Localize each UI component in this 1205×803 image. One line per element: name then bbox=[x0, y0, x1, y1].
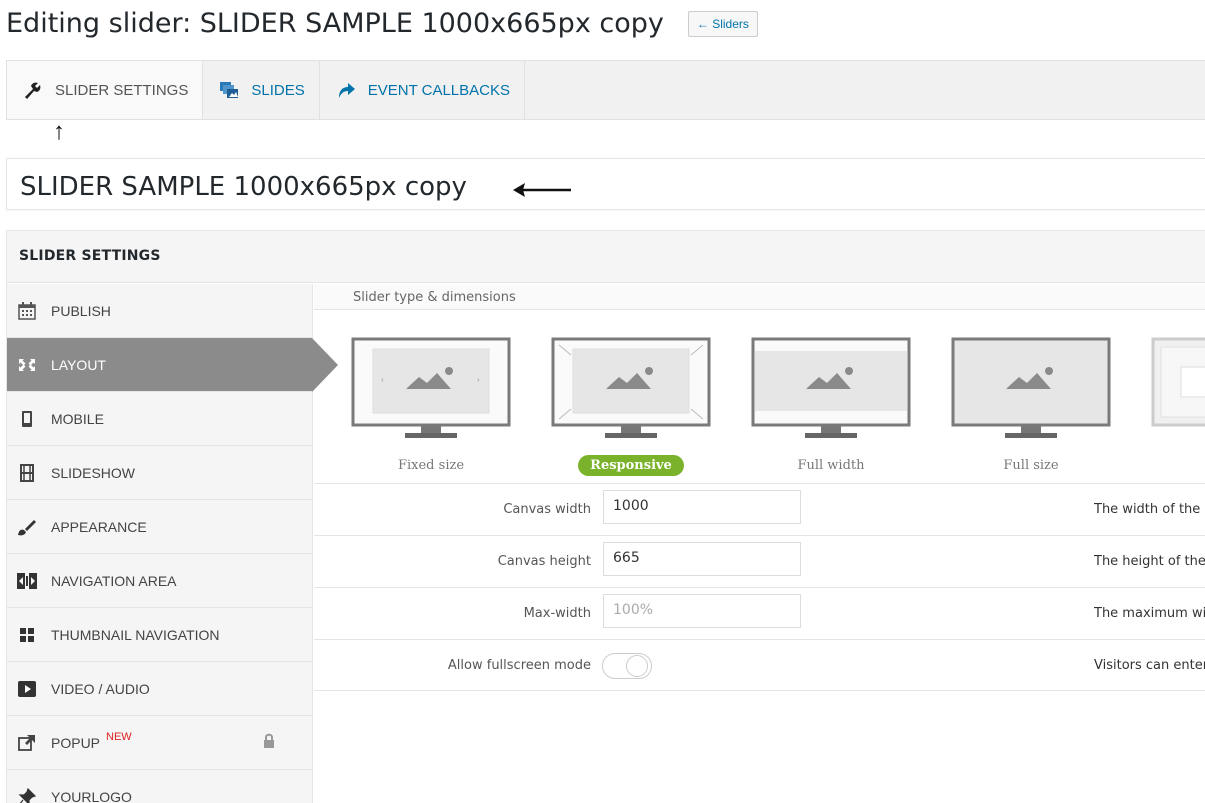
toggle-knob bbox=[626, 655, 648, 677]
monitor-fixed-icon: ‹ › bbox=[351, 337, 511, 438]
fullscreen-description: Visitors can enter bbox=[1094, 658, 1205, 673]
svg-text:›: › bbox=[477, 375, 480, 384]
monitor-responsive-icon bbox=[551, 337, 711, 438]
sidebar-item-publish[interactable]: PUBLISH bbox=[7, 284, 312, 338]
layout-label: Full size bbox=[1003, 458, 1059, 473]
sidebar-item-label: NAVIGATION AREA bbox=[51, 572, 177, 589]
fullscreen-label: Allow fullscreen mode bbox=[447, 658, 591, 673]
layout-settings: Slider type & dimensions ‹› Fixed size bbox=[314, 284, 1205, 803]
sidebar-item-label: APPEARANCE bbox=[51, 518, 147, 535]
grid-icon bbox=[17, 625, 37, 645]
monitor-full-size-icon bbox=[951, 337, 1111, 438]
tab-bar: SLIDER SETTINGS SLIDES EVENT CALLBACKS bbox=[6, 60, 1205, 120]
sidebar-item-video-audio[interactable]: VIDEO / AUDIO bbox=[7, 662, 312, 716]
max-width-row: Max-width 100% The maximum wic bbox=[314, 587, 1205, 639]
canvas-height-input[interactable]: 665 bbox=[603, 542, 801, 576]
section-label: Slider type & dimensions bbox=[314, 284, 1205, 310]
canvas-height-description: The height of the bbox=[1094, 554, 1205, 569]
brush-icon bbox=[17, 517, 37, 537]
monitor-block-icon bbox=[1151, 337, 1205, 427]
svg-text:‹: ‹ bbox=[381, 375, 384, 384]
canvas-height-label: Canvas height bbox=[497, 554, 591, 569]
tab-slides[interactable]: SLIDES bbox=[203, 61, 320, 119]
sidebar-item-slideshow[interactable]: SLIDESHOW bbox=[7, 446, 312, 500]
calendar-icon bbox=[17, 301, 37, 321]
fullscreen-row: Allow fullscreen mode Visitors can enter bbox=[314, 639, 1205, 691]
sidebar-item-label: MOBILE bbox=[51, 410, 104, 427]
sidebar-item-label: LAYOUT bbox=[51, 356, 106, 373]
external-link-icon bbox=[17, 733, 37, 753]
canvas-height-row: Canvas height 665 The height of the bbox=[314, 535, 1205, 587]
mobile-icon bbox=[17, 409, 37, 429]
share-arrow-icon bbox=[336, 81, 356, 99]
panel-title: SLIDER SETTINGS bbox=[7, 231, 1205, 283]
back-to-sliders-button[interactable]: ← Sliders bbox=[687, 10, 758, 37]
layout-option-full-width[interactable]: Full width bbox=[751, 337, 911, 473]
slider-name-input[interactable]: SLIDER SAMPLE 1000x665px copy bbox=[6, 158, 1205, 210]
sidebar-item-appearance[interactable]: APPEARANCE bbox=[7, 500, 312, 554]
tab-label: SLIDES bbox=[251, 81, 305, 99]
layout-option-fixed-size[interactable]: ‹ › Fixed size bbox=[351, 337, 511, 473]
sidebar-item-yourlogo[interactable]: YOURLOGO bbox=[7, 770, 312, 803]
navigation-arrows-icon bbox=[17, 571, 37, 591]
lock-icon bbox=[263, 733, 275, 752]
slides-icon bbox=[219, 81, 239, 99]
layout-label: Full width bbox=[797, 458, 865, 473]
page-title-text: Editing slider: SLIDER SAMPLE 1000x665px… bbox=[6, 8, 664, 39]
sidebar-item-label: YOURLOGO bbox=[51, 788, 132, 803]
film-icon bbox=[17, 463, 37, 483]
sidebar-item-label: SLIDESHOW bbox=[51, 464, 136, 481]
layout-option-full-size[interactable]: Full size bbox=[951, 337, 1111, 473]
max-width-description: The maximum wic bbox=[1094, 606, 1205, 621]
max-width-label: Max-width bbox=[523, 606, 591, 621]
layout-label: Responsive bbox=[578, 455, 684, 476]
max-width-input[interactable]: 100% bbox=[603, 594, 801, 628]
layout-option-responsive[interactable]: Responsive bbox=[551, 337, 711, 476]
settings-sidebar: PUBLISH LAYOUT MOBILE SLIDESHOW APPEARAN… bbox=[7, 284, 338, 803]
tab-slider-settings[interactable]: SLIDER SETTINGS bbox=[7, 61, 204, 119]
canvas-width-label: Canvas width bbox=[503, 502, 591, 517]
slider-type-options: ‹ › Fixed size Responsive Full width Ful… bbox=[314, 337, 1205, 476]
sidebar-item-thumbnail-navigation[interactable]: THUMBNAIL NAVIGATION bbox=[7, 608, 312, 662]
slider-name-value: SLIDER SAMPLE 1000x665px copy bbox=[20, 172, 467, 202]
sidebar-item-layout[interactable]: LAYOUT bbox=[7, 338, 338, 392]
sidebar-item-label: VIDEO / AUDIO bbox=[51, 680, 150, 697]
page-title: Editing slider: SLIDER SAMPLE 1000x665px… bbox=[6, 8, 758, 39]
layout-option-block[interactable] bbox=[1151, 337, 1205, 444]
sidebar-item-mobile[interactable]: MOBILE bbox=[7, 392, 312, 446]
expand-arrows-icon bbox=[17, 355, 37, 375]
sidebar-item-label: THUMBNAIL NAVIGATION bbox=[51, 626, 220, 643]
new-badge: NEW bbox=[106, 730, 132, 743]
monitor-full-width-icon bbox=[751, 337, 911, 438]
tab-label: EVENT CALLBACKS bbox=[367, 81, 510, 99]
layout-label: Fixed size bbox=[397, 458, 465, 473]
sidebar-item-label: POPUP bbox=[51, 734, 101, 751]
settings-panel: SLIDER SETTINGS PUBLISH LAYOUT MOBILE SL… bbox=[6, 230, 1205, 803]
canvas-width-description: The width of the s bbox=[1094, 502, 1205, 517]
annotation-arrow-left bbox=[513, 183, 571, 197]
annotation-arrow-up: ↑ bbox=[53, 118, 65, 145]
fullscreen-toggle[interactable] bbox=[602, 653, 652, 679]
sidebar-item-label: PUBLISH bbox=[51, 302, 111, 319]
play-icon bbox=[17, 679, 37, 699]
wrench-icon bbox=[23, 81, 43, 99]
tab-event-callbacks[interactable]: EVENT CALLBACKS bbox=[320, 61, 525, 119]
canvas-width-row: Canvas width 1000 The width of the s bbox=[314, 483, 1205, 535]
sidebar-item-popup[interactable]: POPUP NEW bbox=[7, 716, 312, 770]
pin-icon bbox=[17, 787, 37, 803]
sidebar-item-navigation-area[interactable]: NAVIGATION AREA bbox=[7, 554, 312, 608]
canvas-width-input[interactable]: 1000 bbox=[603, 490, 801, 524]
tab-label: SLIDER SETTINGS bbox=[55, 81, 189, 99]
